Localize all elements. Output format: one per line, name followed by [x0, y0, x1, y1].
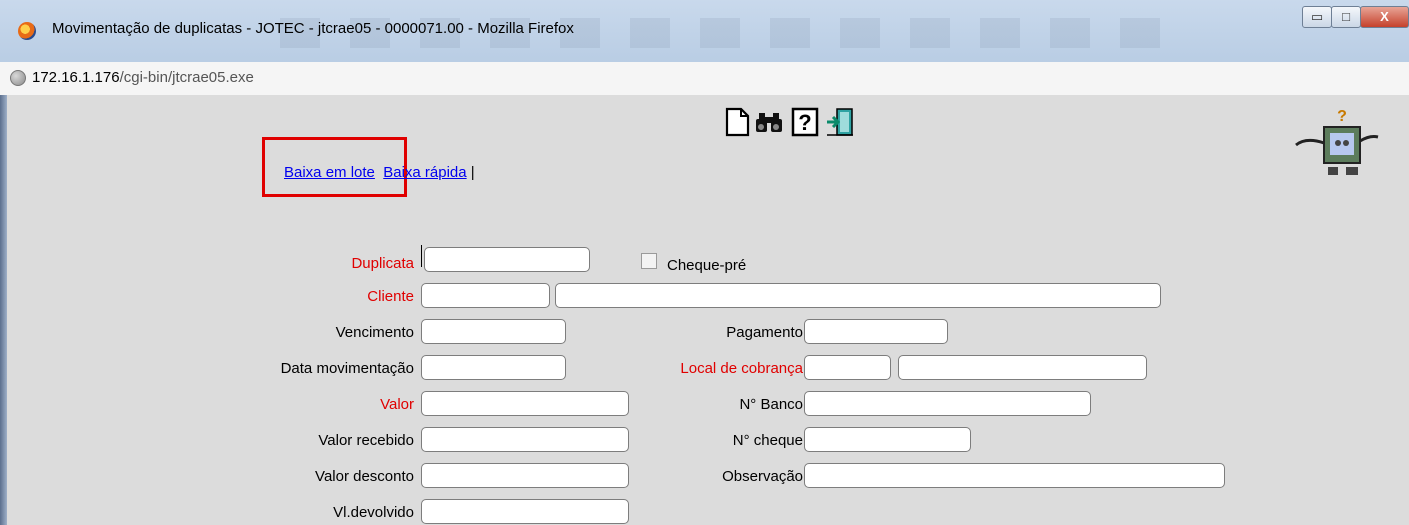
vl-devolvido-label: Vl.devolvido [333, 504, 414, 521]
n-banco-input[interactable] [804, 391, 1091, 416]
page-content: ? ? Baixa em lote Baixa rápida | Duplica… [7, 95, 1409, 525]
valor-label: Valor [380, 396, 414, 413]
cheque-pre-checkbox[interactable] [641, 253, 657, 269]
valor-recebido-label: Valor recebido [318, 432, 414, 449]
close-button[interactable]: X [1360, 6, 1409, 28]
valor-input[interactable] [421, 391, 629, 416]
address-bar[interactable]: 172.16.1.176/cgi-bin/jtcrae05.exe [0, 62, 1409, 96]
binoculars-search-icon[interactable] [753, 107, 785, 137]
window-title: Movimentação de duplicatas - JOTEC - jtc… [52, 20, 574, 37]
cheque-pre-label: Cheque-pré [667, 257, 747, 274]
new-document-icon[interactable] [723, 107, 751, 137]
cliente-name-input[interactable] [555, 283, 1161, 308]
exit-door-icon[interactable] [825, 107, 855, 137]
observacao-input[interactable] [804, 463, 1225, 488]
url-text[interactable]: 172.16.1.176/cgi-bin/jtcrae05.exe [32, 69, 254, 86]
cliente-label: Cliente [367, 288, 414, 305]
pagamento-label: Pagamento [726, 324, 803, 341]
vencimento-label: Vencimento [335, 324, 414, 341]
quick-settlement-link[interactable]: Baixa rápida [383, 164, 466, 181]
url-path: /cgi-bin/jtcrae05.exe [119, 69, 254, 86]
local-cobranca-name-input[interactable] [898, 355, 1147, 380]
maximize-button[interactable]: □ [1331, 6, 1361, 28]
action-links: Baixa em lote Baixa rápida | [284, 164, 475, 181]
n-banco-label: N° Banco [739, 396, 803, 413]
help-icon[interactable]: ? [791, 107, 819, 137]
valor-desconto-input[interactable] [421, 463, 629, 488]
window-titlebar: Movimentação de duplicatas - JOTEC - jtc… [0, 0, 1409, 63]
assistant-character-icon[interactable]: ? [1292, 107, 1380, 197]
text-cursor [421, 245, 422, 267]
data-movimentacao-input[interactable] [421, 355, 566, 380]
window-left-edge [0, 95, 7, 525]
svg-text:?: ? [798, 110, 811, 135]
local-cobranca-code-input[interactable] [804, 355, 891, 380]
data-movimentacao-label: Data movimentação [280, 360, 414, 377]
n-cheque-input[interactable] [804, 427, 971, 452]
duplicata-label: Duplicata [351, 255, 414, 272]
link-separator [375, 164, 383, 181]
svg-text:?: ? [1337, 108, 1347, 125]
minimize-button[interactable]: ▭ [1302, 6, 1332, 28]
observacao-label: Observação [722, 468, 803, 485]
url-host: 172.16.1.176 [32, 69, 120, 86]
valor-desconto-label: Valor desconto [315, 468, 414, 485]
valor-recebido-input[interactable] [421, 427, 629, 452]
globe-icon [10, 70, 26, 86]
link-separator-bar: | [466, 164, 475, 181]
vl-devolvido-input[interactable] [421, 499, 629, 524]
n-cheque-label: N° cheque [732, 432, 803, 449]
pagamento-input[interactable] [804, 319, 948, 344]
cliente-code-input[interactable] [421, 283, 550, 308]
firefox-icon [18, 22, 36, 40]
local-cobranca-label: Local de cobrança [680, 360, 803, 377]
batch-settlement-link[interactable]: Baixa em lote [284, 164, 375, 181]
vencimento-input[interactable] [421, 319, 566, 344]
duplicata-input[interactable] [424, 247, 590, 272]
